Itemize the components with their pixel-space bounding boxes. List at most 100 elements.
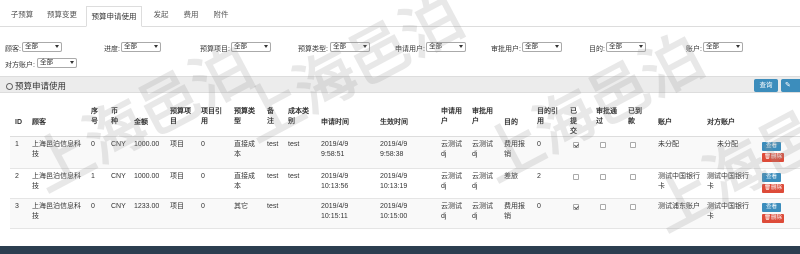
query-button[interactable]: 查询 xyxy=(754,79,778,92)
arrived-checkbox[interactable] xyxy=(630,142,636,148)
filter-label-budget-item: 预算项目: xyxy=(200,46,230,53)
col-purpose-ref: 目的引用 xyxy=(537,108,558,125)
col-approver: 审批用户 xyxy=(472,108,493,125)
chevron-down-icon xyxy=(555,45,559,48)
col-budget-item: 预算项目 xyxy=(170,108,191,125)
tab-sub-budget[interactable]: 子预算 xyxy=(8,9,36,27)
budget-type-select-value: 全部 xyxy=(333,43,346,50)
cell-customer: 上海邑泊信息科技 xyxy=(32,173,81,190)
cell-id: 3 xyxy=(15,203,19,210)
approver-select-value: 全部 xyxy=(525,43,538,50)
panel-title: 预算申请使用 xyxy=(6,80,66,92)
delete-button[interactable]: 🗑删除 xyxy=(762,214,784,223)
cell-effective-time: 2019/4/9 10:13:19 xyxy=(380,173,408,190)
col-seq: 序号 xyxy=(91,108,98,125)
trash-icon: 🗑 xyxy=(764,185,771,191)
trash-icon: 🗑 xyxy=(764,215,771,221)
cell-applicant: 云测试dj xyxy=(441,141,462,158)
cell-account: 测试浦东账户 xyxy=(658,203,700,210)
chevron-down-icon xyxy=(736,45,740,48)
chevron-down-icon xyxy=(264,45,268,48)
purpose-select-value: 全部 xyxy=(609,43,622,50)
applicant-select[interactable]: 全部 xyxy=(426,42,466,52)
counter-account-select[interactable]: 全部 xyxy=(37,58,77,68)
delete-label: 删除 xyxy=(770,154,782,160)
tab-budget-change[interactable]: 预算变更 xyxy=(44,9,80,27)
col-arrived: 已到款 xyxy=(628,108,642,125)
cell-seq: 0 xyxy=(91,141,95,148)
progress-select-value: 全部 xyxy=(124,43,137,50)
arrived-checkbox[interactable] xyxy=(630,204,636,210)
cell-counter-account: 测试中国银行卡 xyxy=(707,203,749,220)
cell-purpose-ref: 0 xyxy=(537,203,541,210)
user-icon xyxy=(6,83,13,90)
filter-label-customer: 顾客: xyxy=(5,46,21,53)
purpose-select[interactable]: 全部 xyxy=(606,42,646,52)
cell-ref-item: 0 xyxy=(201,173,205,180)
chevron-down-icon xyxy=(55,45,59,48)
tab-attachment[interactable]: 附件 xyxy=(210,9,232,27)
budget-item-select[interactable]: 全部 xyxy=(231,42,271,52)
account-select[interactable]: 全部 xyxy=(703,42,743,52)
table-row: 2 上海邑泊信息科技 1 CNY 1000.00 项目 0 直接成本 test … xyxy=(10,169,800,199)
col-account: 账户 xyxy=(658,119,672,126)
table-row: 3 上海邑泊信息科技 0 CNY 1233.00 项目 0 其它 test 20… xyxy=(10,199,800,229)
progress-select[interactable]: 全部 xyxy=(121,42,161,52)
cell-cost-type: test xyxy=(288,141,300,148)
cell-id: 2 xyxy=(15,173,19,180)
filter-label-approver: 审批用户: xyxy=(491,46,521,53)
col-budget-type: 预算类型 xyxy=(234,108,255,125)
cell-purpose-ref: 2 xyxy=(537,173,541,180)
customer-select[interactable]: 全部 xyxy=(22,42,62,52)
cell-apply-time: 2019/4/9 9:58:51 xyxy=(321,141,349,158)
view-button[interactable]: 查看 xyxy=(762,203,781,212)
cell-effective-time: 2019/4/9 10:15:00 xyxy=(380,203,408,220)
cell-account: 测试中国银行卡 xyxy=(658,173,700,190)
arrived-checkbox[interactable] xyxy=(630,174,636,180)
panel-title-text: 预算申请使用 xyxy=(15,81,67,91)
cell-applicant: 云测试dj xyxy=(441,203,462,220)
cell-budget-type: 其它 xyxy=(234,203,248,210)
cell-budget-item: 项目 xyxy=(170,203,184,210)
cell-approver: 云测试dj xyxy=(472,141,493,158)
delete-button[interactable]: 🗑删除 xyxy=(762,184,784,193)
cell-counter-account: 测试中国银行卡 xyxy=(707,173,749,190)
col-applicant: 申请用户 xyxy=(441,108,462,125)
chevron-down-icon xyxy=(639,45,643,48)
approved-checkbox[interactable] xyxy=(600,174,606,180)
cell-approver: 云测试dj xyxy=(472,203,493,220)
col-submitted: 已提交 xyxy=(570,108,577,135)
tab-initiate[interactable]: 发起 xyxy=(150,9,172,27)
approved-checkbox[interactable] xyxy=(600,142,606,148)
applicant-select-value: 全部 xyxy=(429,43,442,50)
tab-expense[interactable]: 费用 xyxy=(180,9,202,27)
account-select-value: 全部 xyxy=(706,43,719,50)
cell-budget-item: 项目 xyxy=(170,173,184,180)
col-customer: 顾客 xyxy=(32,119,46,126)
chevron-down-icon xyxy=(363,45,367,48)
cell-budget-item: 项目 xyxy=(170,141,184,148)
tab-budget-apply-use[interactable]: 预算申请使用 xyxy=(86,6,142,27)
edit-button[interactable]: ✎ xyxy=(781,79,800,92)
cell-seq: 1 xyxy=(91,173,95,180)
cell-note: test xyxy=(267,203,279,210)
budget-type-select[interactable]: 全部 xyxy=(330,42,370,52)
filter-label-progress: 进度: xyxy=(104,46,120,53)
view-button[interactable]: 查看 xyxy=(762,173,781,182)
col-note: 备注 xyxy=(267,108,274,125)
cell-amount: 1233.00 xyxy=(134,203,160,210)
submitted-checkbox[interactable] xyxy=(573,142,579,148)
approved-checkbox[interactable] xyxy=(600,204,606,210)
view-button[interactable]: 查看 xyxy=(762,142,781,151)
submitted-checkbox[interactable] xyxy=(573,174,579,180)
submitted-checkbox[interactable] xyxy=(573,204,579,210)
delete-button[interactable]: 🗑删除 xyxy=(762,153,784,162)
panel-header: 预算申请使用 查询 ✎ xyxy=(0,76,800,93)
delete-label: 删除 xyxy=(770,215,782,221)
filter-label-applicant: 申请用户: xyxy=(395,46,425,53)
bottom-bar xyxy=(0,246,800,254)
cell-apply-time: 2019/4/9 10:13:56 xyxy=(321,173,349,190)
table-header-row: ID 顾客 序号 币种 金额 预算项目 项目引用 预算类型 备注 成本类别 申请… xyxy=(10,101,800,137)
approver-select[interactable]: 全部 xyxy=(522,42,562,52)
cell-purpose-ref: 0 xyxy=(537,141,541,148)
